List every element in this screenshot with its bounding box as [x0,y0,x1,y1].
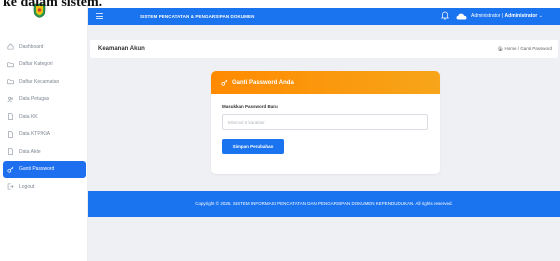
key-icon [6,165,14,173]
card-body: Masukkan Password Baru Simpan Perubahan [211,94,440,154]
hamburger-menu-icon[interactable] [96,13,103,19]
sidebar-item-label: Data KK [19,113,38,120]
user-role: Administrator [471,13,501,19]
sidebar-item-label: Daftar Kategori [19,61,53,68]
key-icon [221,79,228,86]
home-icon [6,43,14,51]
sidebar-item-daftar-kecamatan[interactable]: Daftar Kecamatan [3,73,86,91]
sidebar-item-ganti-password[interactable]: Ganti Password [3,160,86,178]
home-icon: 🏠︎ [497,46,504,51]
breadcrumb: 🏠︎ Home / Ganti Password [497,40,552,58]
sidebar-item-data-petugas[interactable]: Data Petugas [3,91,86,109]
page-title: Keamanan Akun [98,46,145,52]
sidebar-item-data-kk[interactable]: Data KK [3,108,86,126]
sidebar-item-dashboard[interactable]: Dashboard [3,38,86,56]
new-password-input[interactable] [222,114,428,130]
overlapping-text: ke dalam sistem. [3,0,103,8]
users-icon [6,95,14,103]
user-name: Administrator [504,13,538,19]
sidebar-item-daftar-kategori[interactable]: Daftar Kategori [3,56,86,74]
sidebar-item-label: Dashboard [19,43,44,50]
sidebar-menu: Dashboard Daftar Kategori Daftar Kecamat… [0,38,88,196]
notification-bell-icon[interactable] [441,11,449,20]
logout-icon [6,183,14,191]
chevron-down-icon: ⌄ [538,13,543,19]
password-field-label: Masukkan Password Baru [222,104,278,109]
top-navbar: SISTEM PENCATATAN & PENGARSIPAN DOKUMEN … [88,8,560,25]
sidebar: Dashboard Daftar Kategori Daftar Kecamat… [0,0,88,261]
main-content: Keamanan Akun 🏠︎ Home / Ganti Password G… [88,25,560,261]
sidebar-item-label: Daftar Kecamatan [19,78,60,85]
app-title: SISTEM PENCATATAN & PENGARSIPAN DOKUMEN [140,14,255,19]
sidebar-item-logout[interactable]: Logout [3,178,86,196]
cloud-icon [456,13,467,20]
document-icon [6,130,14,138]
user-menu[interactable]: Administrator | Administrator ⌄ [471,8,543,25]
document-icon [6,113,14,121]
page-header: Keamanan Akun 🏠︎ Home / Ganti Password [90,40,558,58]
document-icon [6,148,14,156]
breadcrumb-text[interactable]: Home / Ganti Password [504,46,552,51]
change-password-card: Ganti Password Anda Masukkan Password Ba… [211,71,440,174]
sidebar-item-label: Data Petugas [19,96,50,103]
sidebar-item-label: Data Akte [19,148,41,155]
sidebar-item-label: Logout [19,183,35,190]
folder-icon [6,78,14,86]
save-changes-button[interactable]: Simpan Perubahan [222,139,284,154]
sidebar-item-label: Ganti Password [19,166,55,173]
card-title: Ganti Password Anda [232,79,294,86]
copyright-text: Copyright © 2025. SISTEM INFORMASI PENCA… [195,201,453,206]
footer: Copyright © 2025. SISTEM INFORMASI PENCA… [88,191,560,217]
card-header: Ganti Password Anda [211,71,440,94]
folder-icon [6,60,14,68]
sidebar-item-label: Data KTP/KIA [19,131,51,138]
sidebar-item-data-akte[interactable]: Data Akte [3,143,86,161]
sidebar-item-data-ktp-kia[interactable]: Data KTP/KIA [3,126,86,144]
